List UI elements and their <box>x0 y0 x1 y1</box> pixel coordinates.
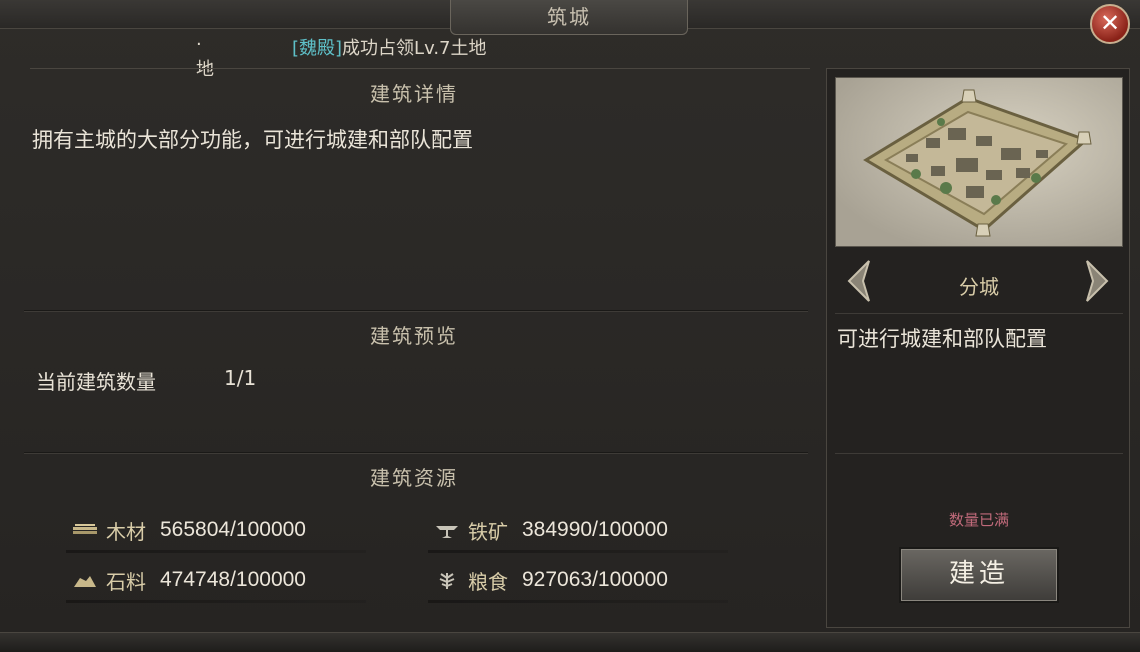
chevron-right-icon <box>1086 260 1109 302</box>
city-preview-image <box>835 77 1123 247</box>
resource-value: 384990/100000 <box>522 518 668 541</box>
section-divider <box>24 310 808 311</box>
section-divider <box>24 452 808 453</box>
resource-name: 铁矿 <box>468 519 508 544</box>
faction-tag: [魏殿] <box>292 38 343 59</box>
window-title: 筑城 <box>450 0 688 35</box>
grain-icon <box>434 570 460 590</box>
city-type-description: 可进行城建和部队配置 <box>837 327 1047 351</box>
close-button[interactable]: ✕ <box>1090 4 1130 44</box>
resource-wood: 木材 565804/100000 <box>66 515 366 553</box>
preview-section-title: 建筑预览 <box>370 324 458 348</box>
bottom-bar <box>0 632 1140 652</box>
resource-name: 石料 <box>106 569 146 594</box>
notice-left-text: ·地 <box>196 34 214 80</box>
resource-value: 474748/100000 <box>160 568 306 591</box>
resource-section-title: 建筑资源 <box>370 466 458 490</box>
resource-iron: 铁矿 384990/100000 <box>428 515 728 553</box>
notice-text: 成功占领Lv.7土地 <box>342 38 487 59</box>
resource-name: 粮食 <box>468 569 508 594</box>
resource-underline <box>428 600 728 603</box>
resource-underline <box>66 550 366 553</box>
panel-divider <box>835 313 1123 314</box>
close-icon: ✕ <box>1099 9 1121 37</box>
building-count-value: 1/1 <box>224 366 257 390</box>
detail-section-title: 建筑详情 <box>370 82 458 106</box>
build-city-window: 筑城 ✕ ·地 [魏殿]成功占领Lv.7土地 建筑详情 拥有主城的大部分功能，可… <box>0 0 1140 652</box>
iron-icon <box>434 520 460 540</box>
wood-icon <box>72 520 98 540</box>
resource-name: 木材 <box>106 519 146 544</box>
quantity-full-notice: 数量已满 <box>948 511 1009 529</box>
notice-message: [魏殿]成功占领Lv.7土地 <box>292 34 487 60</box>
resource-value: 927063/100000 <box>522 568 668 591</box>
resource-underline <box>428 550 728 553</box>
resource-grain: 粮食 927063/100000 <box>428 565 728 603</box>
city-type-panel: 分城 可进行城建和部队配置 数量已满 建造 <box>826 68 1130 628</box>
build-button[interactable]: 建造 <box>899 547 1059 603</box>
header-divider <box>30 68 810 69</box>
resource-underline <box>66 600 366 603</box>
building-count-label: 当前建筑数量 <box>36 370 156 394</box>
panel-divider <box>835 453 1123 454</box>
next-city-button[interactable] <box>1083 259 1111 303</box>
building-detail-text: 拥有主城的大部分功能，可进行城建和部队配置 <box>32 128 473 152</box>
resource-value: 565804/100000 <box>160 518 306 541</box>
resource-stone: 石料 474748/100000 <box>66 565 366 603</box>
stone-icon <box>72 570 98 590</box>
